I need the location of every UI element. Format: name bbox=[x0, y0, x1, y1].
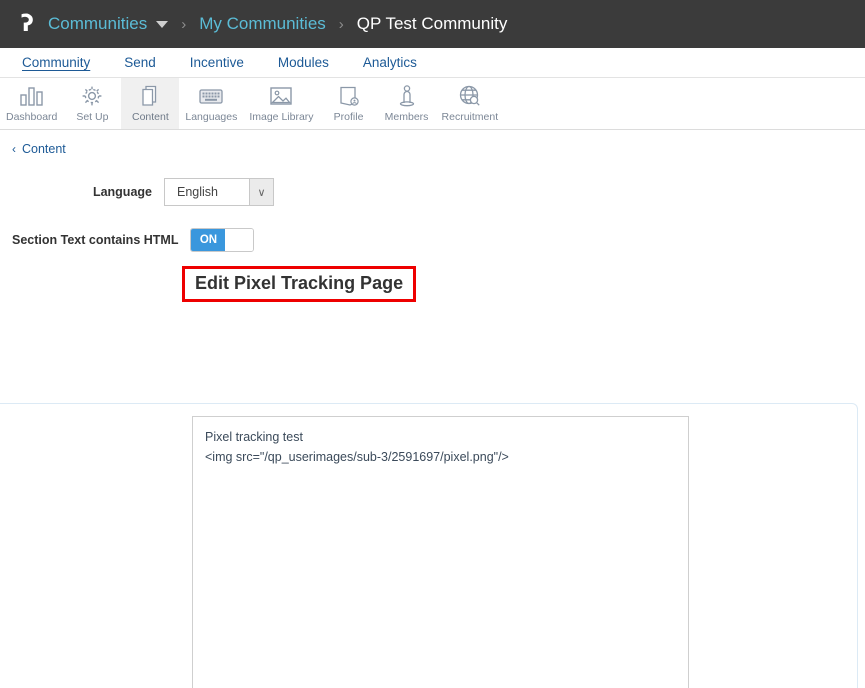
html-toggle-label: Section Text contains HTML bbox=[12, 233, 179, 247]
html-toggle-state: ON bbox=[191, 229, 226, 251]
chevron-left-icon: ‹ bbox=[12, 142, 16, 156]
language-field-row: Language English ∨ bbox=[0, 178, 865, 206]
person-icon bbox=[396, 82, 418, 109]
page-title: Edit Pixel Tracking Page bbox=[195, 273, 404, 293]
toolbar-item-content[interactable]: Content bbox=[121, 78, 180, 129]
tab-send[interactable]: Send bbox=[124, 55, 156, 70]
toolbar-item-profile-label: Profile bbox=[333, 111, 364, 123]
tab-modules[interactable]: Modules bbox=[278, 55, 329, 70]
page-title-highlight-box: Edit Pixel Tracking Page bbox=[182, 266, 417, 302]
breadcrumb-current-community: QP Test Community bbox=[356, 14, 508, 33]
questback-logo-icon[interactable]: ʕ bbox=[12, 9, 42, 39]
back-to-content-link[interactable]: ‹ Content bbox=[12, 142, 66, 156]
html-toggle-knob[interactable] bbox=[225, 229, 254, 251]
language-select-value: English bbox=[177, 185, 218, 199]
image-icon bbox=[268, 82, 294, 109]
toolbar-item-members-label: Members bbox=[384, 111, 429, 123]
keyboard-icon bbox=[198, 82, 224, 109]
toolbar-item-profile[interactable]: Profile bbox=[320, 78, 378, 129]
breadcrumb-communities[interactable]: Communities bbox=[48, 14, 169, 34]
toolbar-item-content-label: Content bbox=[131, 111, 169, 123]
breadcrumb-separator: › bbox=[181, 15, 187, 33]
chevron-down-icon[interactable]: ∨ bbox=[249, 179, 273, 205]
html-toggle-row: Section Text contains HTML ON bbox=[0, 228, 865, 252]
sub-header: ‹ Content bbox=[0, 130, 865, 168]
primary-tab-bar: Community Send Incentive Modules Analyti… bbox=[0, 48, 865, 78]
chevron-down-icon[interactable] bbox=[156, 21, 169, 29]
page-body: ‹ Content Edit Pixel Tracking Page Langu… bbox=[0, 130, 865, 688]
tab-analytics[interactable]: Analytics bbox=[363, 55, 417, 70]
breadcrumb-communities-label: Communities bbox=[48, 14, 148, 33]
language-select[interactable]: English ∨ bbox=[164, 178, 274, 206]
section-text-html-toggle[interactable]: ON bbox=[190, 228, 255, 252]
toolbar-item-dashboard[interactable]: Dashboard bbox=[0, 78, 63, 129]
top-navigation-bar: ʕ Communities › My Communities › QP Test… bbox=[0, 0, 865, 48]
breadcrumb-separator: › bbox=[338, 15, 344, 33]
back-to-content-label: Content bbox=[22, 142, 66, 156]
toolbar-item-dashboard-label: Dashboard bbox=[6, 111, 58, 123]
tab-community[interactable]: Community bbox=[22, 55, 90, 70]
toolbar-item-set-up[interactable]: Set Up bbox=[63, 78, 121, 129]
toolbar-item-members[interactable]: Members bbox=[378, 78, 436, 129]
toolbar-item-languages-label: Languages bbox=[185, 111, 238, 123]
section-icon-toolbar: Dashboard Set Up Content Languages Image… bbox=[0, 78, 865, 130]
breadcrumb-my-communities[interactable]: My Communities bbox=[199, 14, 326, 34]
gear-icon bbox=[80, 82, 104, 109]
content-panel: Pixel tracking test <img src="/qp_userim… bbox=[0, 403, 858, 688]
globe-search-icon bbox=[457, 82, 483, 109]
pages-icon bbox=[138, 82, 162, 109]
language-label: Language bbox=[92, 185, 152, 199]
profile-card-icon bbox=[337, 82, 361, 109]
toolbar-item-set-up-label: Set Up bbox=[76, 111, 109, 123]
toolbar-item-image-library-label: Image Library bbox=[249, 111, 314, 123]
toolbar-item-languages[interactable]: Languages bbox=[179, 78, 243, 129]
toolbar-item-recruitment[interactable]: Recruitment bbox=[436, 78, 505, 129]
toolbar-item-image-library[interactable]: Image Library bbox=[243, 78, 319, 129]
section-text-editor[interactable]: Pixel tracking test <img src="/qp_userim… bbox=[192, 416, 689, 688]
toolbar-item-recruitment-label: Recruitment bbox=[441, 111, 499, 123]
tab-incentive[interactable]: Incentive bbox=[190, 55, 244, 70]
bar-chart-icon bbox=[19, 82, 45, 109]
